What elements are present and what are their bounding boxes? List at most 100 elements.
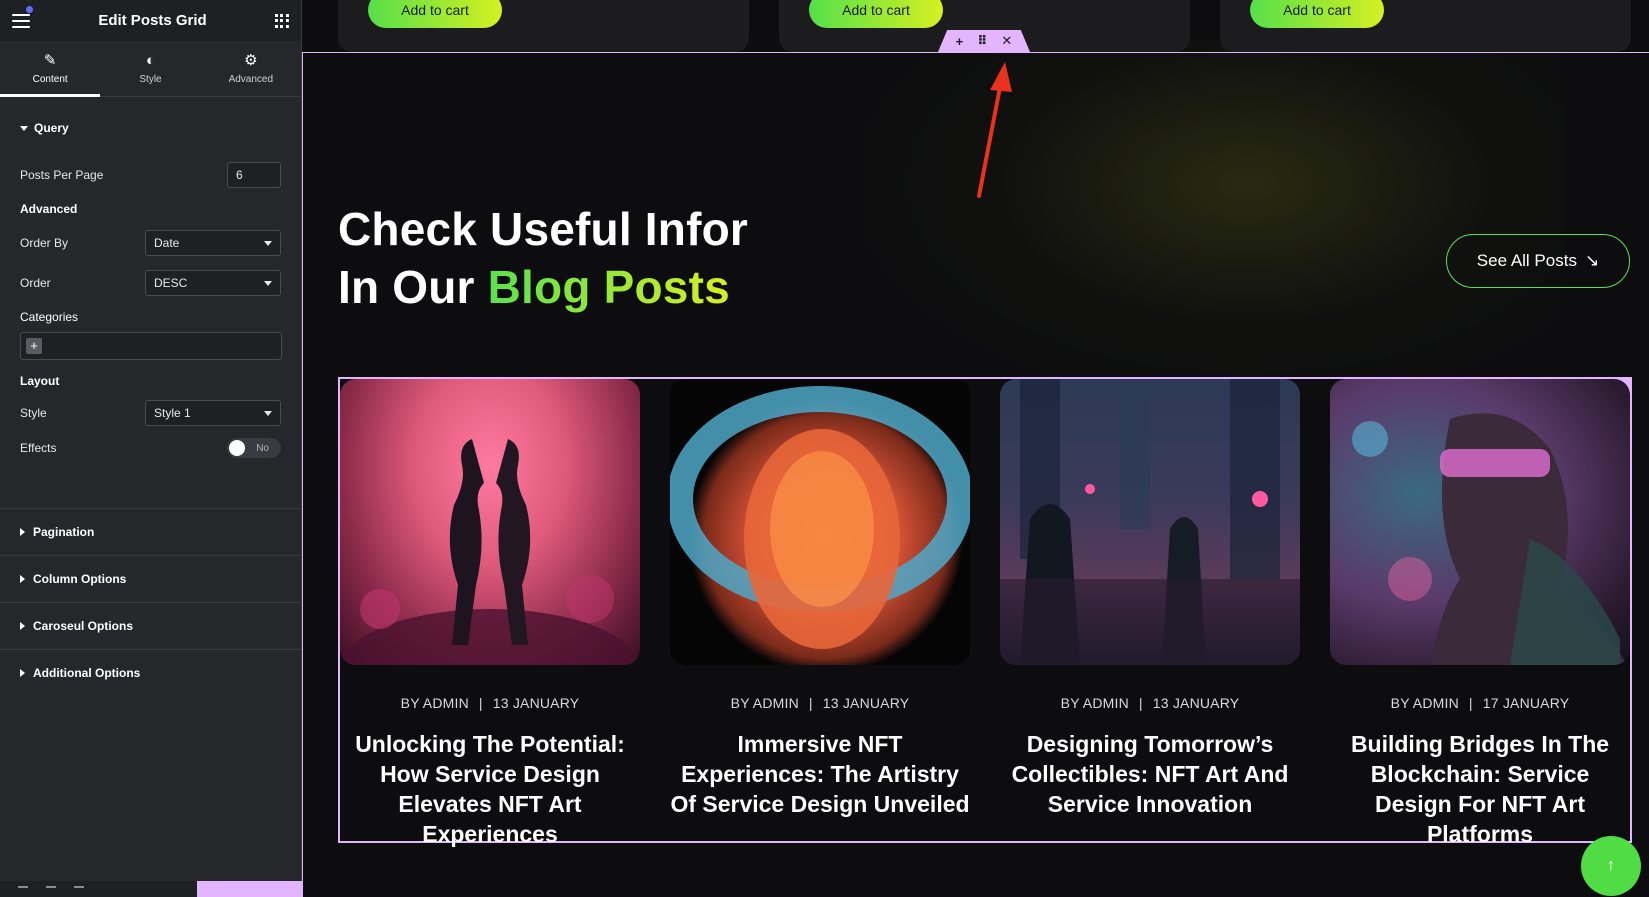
post-image [1352, 413, 1628, 665]
post-author: BY ADMIN [1390, 695, 1459, 711]
post-meta: BY ADMIN | 13 JANUARY [400, 695, 580, 711]
heading-highlight: Blog Posts [487, 261, 730, 313]
post-meta: BY ADMIN | 13 JANUARY [730, 695, 910, 711]
post-meta: BY ADMIN | 17 JANUARY [1390, 695, 1570, 711]
see-all-posts-button[interactable]: See All Posts ↘ [1446, 234, 1630, 288]
pencil-icon: ✎ [43, 51, 57, 69]
section-title: Column Options [33, 572, 127, 586]
scroll-to-top-button[interactable]: ↑ [1581, 836, 1641, 896]
panel-header: Edit Posts Grid [0, 0, 301, 41]
blog-heading: Check Useful Infor In Our Blog Posts [338, 200, 748, 316]
heading-plain: In Our [338, 261, 488, 313]
chevron-down-icon [264, 410, 272, 416]
post-card[interactable]: BY ADMIN | 13 JANUARY Immersive NFT Experi… [670, 379, 970, 819]
post-thumbnail[interactable] [1330, 379, 1630, 665]
add-to-cart-button[interactable]: Add to cart [1250, 0, 1384, 28]
product-card: Add to cart [1220, 0, 1631, 52]
advanced-subheading: Advanced [20, 202, 78, 216]
posts-per-page-row: Posts Per Page 6 [20, 162, 281, 188]
tab-label: Advanced [228, 73, 274, 85]
section-handle[interactable]: + ⠿ ✕ [938, 30, 1030, 52]
post-author: BY ADMIN [730, 695, 799, 711]
style-select[interactable]: Style 1 [145, 400, 281, 426]
section-additional-options[interactable]: Additional Options [0, 649, 302, 696]
post-title[interactable]: Unlocking The Potential: How Service Des… [340, 729, 640, 849]
chevron-down-icon [264, 240, 272, 246]
post-thumbnail[interactable] [1000, 379, 1300, 665]
post-title[interactable]: Immersive NFT Experiences: The Artistry … [670, 729, 970, 819]
section-carousel-options[interactable]: Caroseul Options [0, 602, 302, 649]
toggle-state: No [256, 442, 269, 454]
layers-icon[interactable] [46, 886, 56, 892]
tab-label: Style [139, 73, 162, 85]
product-card: Add to cart [338, 0, 749, 52]
widgets-grid-icon[interactable] [274, 13, 289, 28]
panel-tabs: ✎ Content ◐ Style ⚙ Advanced [0, 41, 301, 97]
tab-advanced[interactable]: ⚙ Advanced [201, 41, 301, 96]
gear-icon: ⚙ [244, 51, 258, 69]
post-card[interactable]: BY ADMIN | 13 JANUARY Designing Tomorrow’s… [1000, 379, 1300, 819]
arrow-down-right-icon: ↘ [1584, 251, 1600, 270]
layout-subheading: Layout [20, 374, 60, 388]
panel-footer [0, 881, 302, 897]
tab-content[interactable]: ✎ Content [0, 41, 101, 97]
post-image [1000, 379, 1300, 665]
tab-style[interactable]: ◐ Style [100, 41, 200, 96]
order-by-row: Order By Date [20, 230, 281, 256]
effects-row: Effects No [20, 438, 281, 458]
add-to-cart-button[interactable]: Add to cart [809, 0, 943, 28]
posts-grid[interactable]: ✎ BY ADMIN|13 JANUARY Unlocking The Pote… [338, 377, 1632, 847]
settings-icon[interactable] [18, 886, 28, 892]
section-pagination[interactable]: Pagination [0, 508, 302, 555]
notification-dot [26, 6, 33, 13]
collapsed-sections: Pagination Column Options Caroseul Optio… [0, 508, 302, 696]
preview-canvas: Add to cart Add to cart Add to cart + ⠿ … [302, 0, 1649, 897]
post-thumbnail[interactable] [340, 379, 640, 665]
post-image [340, 439, 640, 665]
section-title: Caroseul Options [33, 619, 134, 633]
section-column-options[interactable]: Column Options [0, 555, 302, 602]
effects-toggle[interactable]: No [227, 438, 281, 458]
update-button[interactable] [197, 881, 302, 897]
post-thumbnail[interactable] [670, 379, 970, 665]
history-icon[interactable] [74, 886, 84, 892]
post-title[interactable]: Building Bridges In The Blockchain: Serv… [1330, 729, 1630, 849]
close-icon[interactable]: ✕ [1001, 33, 1012, 49]
post-date: 13 JANUARY [492, 695, 580, 711]
contrast-icon: ◐ [145, 51, 156, 69]
categories-field[interactable]: + [20, 332, 282, 360]
add-to-cart-button[interactable]: Add to cart [368, 0, 502, 28]
posts-per-page-label: Posts Per Page [20, 168, 104, 182]
section-title: Query [34, 121, 69, 135]
post-card[interactable]: BY ADMIN | 13 JANUARY Unlocking The Potent… [340, 379, 640, 849]
query-section-toggle[interactable]: Query [20, 117, 281, 139]
posts-per-page-input[interactable]: 6 [227, 162, 281, 188]
style-value: Style 1 [154, 406, 191, 420]
style-row: Style Style 1 [20, 400, 281, 426]
drag-handle-icon[interactable]: ⠿ [977, 33, 987, 49]
order-by-select[interactable]: Date [145, 230, 281, 256]
effects-label: Effects [20, 441, 57, 455]
order-by-label: Order By [20, 236, 69, 250]
section-title: Additional Options [33, 666, 141, 680]
panel-title: Edit Posts Grid [98, 12, 207, 29]
post-card[interactable]: BY ADMIN | 17 JANUARY Building Bridges In … [1330, 379, 1630, 849]
section-title: Pagination [33, 525, 95, 539]
post-image [670, 386, 970, 649]
order-value: DESC [154, 276, 188, 290]
post-date: 13 JANUARY [1152, 695, 1240, 711]
arrow-up-icon: ↑ [1607, 857, 1615, 874]
post-date: 17 JANUARY [1482, 695, 1570, 711]
order-select[interactable]: DESC [145, 270, 281, 296]
query-section: Query Posts Per Page 6 Advanced Order By… [0, 97, 301, 458]
add-section-icon[interactable]: + [956, 34, 964, 49]
tab-label: Content [32, 73, 68, 85]
order-row: Order DESC [20, 270, 281, 296]
caret-right-icon [20, 575, 25, 583]
categories-label: Categories [20, 310, 79, 324]
post-title[interactable]: Designing Tomorrow’s Collectibles: NFT A… [1000, 729, 1300, 819]
button-label: See All Posts [1476, 251, 1577, 270]
post-author: BY ADMIN [1060, 695, 1129, 711]
menu-icon[interactable] [12, 13, 30, 28]
add-category-icon[interactable]: + [26, 338, 42, 354]
